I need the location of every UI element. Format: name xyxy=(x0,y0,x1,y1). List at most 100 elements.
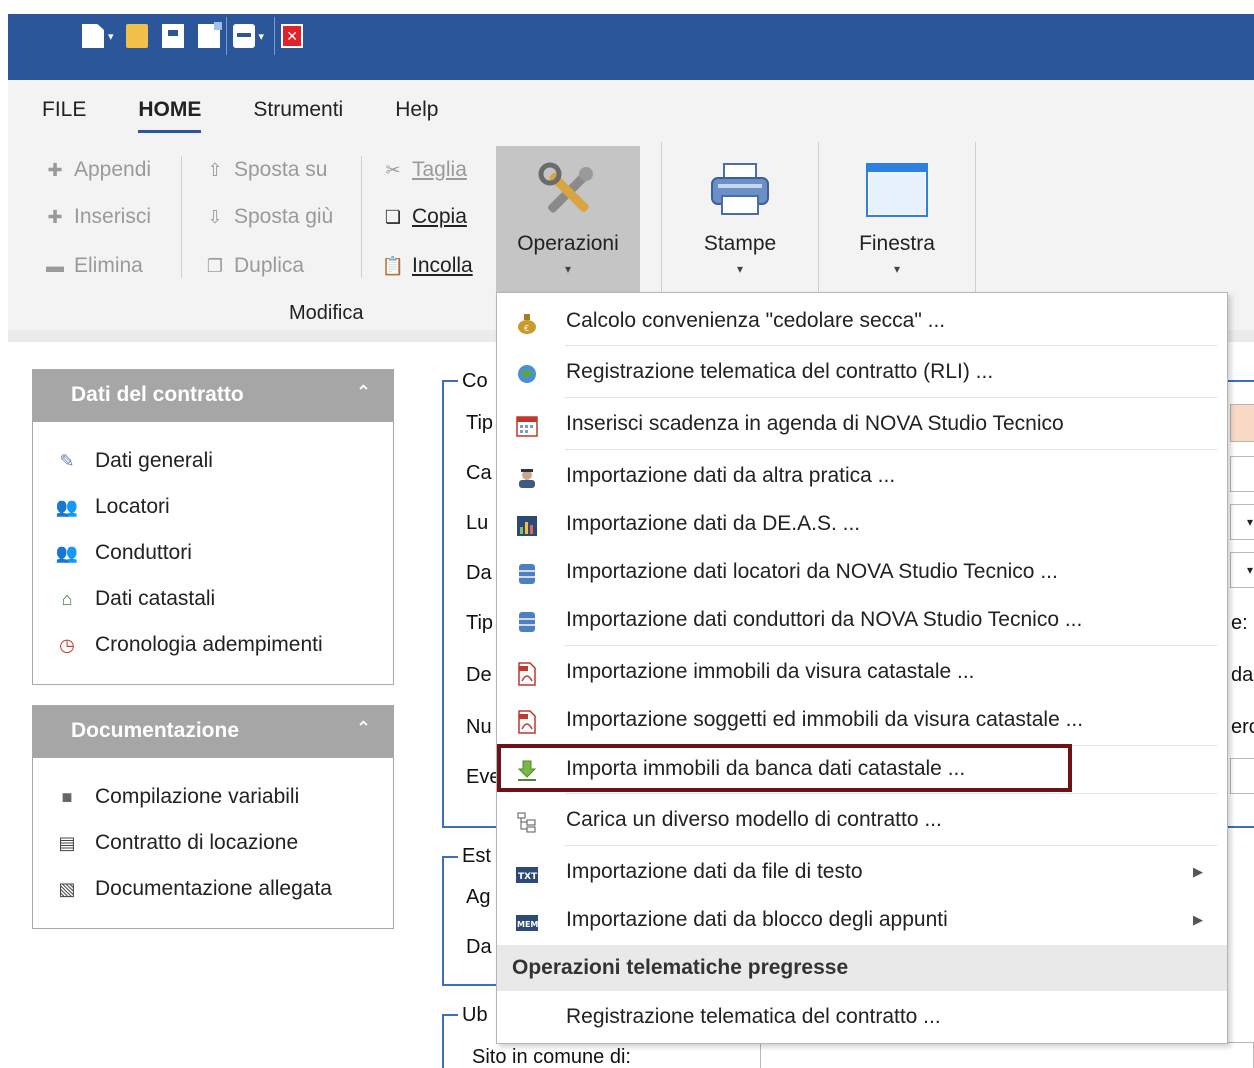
paste-icon: 📋 xyxy=(381,255,405,276)
users-icon: 👥 xyxy=(55,496,79,517)
duplica-button[interactable]: ❐ Duplica xyxy=(204,254,304,278)
field-label: Nu xyxy=(466,716,492,738)
pdf-icon xyxy=(515,662,539,686)
menu-item-registrazione-pregressa[interactable]: Registrazione telematica del contratto .… xyxy=(497,993,1227,1041)
arrow-up-icon: ⇧ xyxy=(207,159,223,180)
menu-item-blocco-appunti[interactable]: MEM Importazione dati da blocco degli ap… xyxy=(497,896,1227,944)
nav-dati-catastali[interactable]: ⌂ Dati catastali xyxy=(33,576,393,622)
nav-compilazione-variabili[interactable]: ■ Compilazione variabili xyxy=(33,774,393,820)
attachment-icon: ▧ xyxy=(58,878,76,899)
panel-header[interactable]: Dati del contratto ⌃ xyxy=(33,370,393,422)
field-label: Ca xyxy=(466,462,492,484)
briefcase-icon: ■ xyxy=(61,786,73,807)
nav-contratto-locazione[interactable]: ▤ Contratto di locazione xyxy=(33,820,393,866)
nav-conduttori[interactable]: 👥 Conduttori xyxy=(33,530,393,576)
tree-icon xyxy=(515,810,539,834)
menu-separator xyxy=(565,645,1217,646)
group-border xyxy=(442,856,444,986)
menu-item-cedolare-secca[interactable]: € Calcolo convenienza "cedolare secca" .… xyxy=(497,297,1227,345)
field-label: De xyxy=(466,664,492,686)
field-label: Tip xyxy=(466,612,494,634)
operazioni-menu: € Calcolo convenienza "cedolare secca" .… xyxy=(496,292,1228,1044)
users-icon: 👥 xyxy=(55,542,79,563)
elimina-button[interactable]: ▬ Elimina xyxy=(44,254,143,278)
tab-file[interactable]: FILE xyxy=(42,98,86,133)
insert-icon: ✚ xyxy=(47,206,63,227)
submenu-arrow-icon: ▶ xyxy=(1193,912,1203,927)
menu-item-rli[interactable]: Registrazione telematica del contratto (… xyxy=(497,348,1227,396)
save-icon[interactable] xyxy=(161,24,184,48)
taglia-button[interactable]: ✂ Taglia xyxy=(382,158,466,182)
nav-locatori[interactable]: 👥 Locatori xyxy=(33,484,393,530)
ribbon-tabs: FILE HOME Strumenti Help xyxy=(42,98,490,133)
nav-documentazione-allegata[interactable]: ▧ Documentazione allegata xyxy=(33,866,393,912)
appendi-button[interactable]: ✚ Appendi xyxy=(44,158,151,182)
field-label: e: xyxy=(1231,612,1248,634)
sposta-su-button[interactable]: ⇧ Sposta su xyxy=(204,158,327,182)
group-border xyxy=(442,1014,458,1016)
menu-item-agenda[interactable]: Inserisci scadenza in agenda di NOVA Stu… xyxy=(497,400,1227,448)
save-as-icon[interactable] xyxy=(197,22,222,48)
collapse-icon[interactable]: ⌃ xyxy=(356,718,371,739)
new-dropdown-arrow[interactable]: ▾ xyxy=(108,30,114,43)
copia-button[interactable]: ❏ Copia xyxy=(382,205,467,229)
menu-section-header: Operazioni telematiche pregresse xyxy=(497,945,1227,991)
collapse-icon[interactable]: ⌃ xyxy=(356,382,371,403)
field-label: Ag xyxy=(466,886,491,908)
group-border xyxy=(442,1014,444,1068)
add-icon: ✚ xyxy=(47,159,63,180)
tab-home[interactable]: HOME xyxy=(138,98,202,133)
menu-item-file-testo[interactable]: TXT Importazione dati da file di testo ▶ xyxy=(497,848,1227,896)
arrow-down-icon: ⇩ xyxy=(207,206,223,227)
highlight-box xyxy=(497,744,1072,792)
nav-cronologia[interactable]: ◷ Cronologia adempimenti xyxy=(33,622,393,668)
tab-help[interactable]: Help xyxy=(395,98,438,133)
menu-item-locatori-nova[interactable]: Importazione dati locatori da NOVA Studi… xyxy=(497,548,1227,596)
group-border xyxy=(1228,380,1254,382)
menu-separator xyxy=(565,449,1217,450)
group-title: Ub xyxy=(462,1004,488,1026)
menu-separator xyxy=(565,845,1217,846)
print-icon[interactable] xyxy=(232,24,255,48)
tipo-field[interactable] xyxy=(1230,404,1254,442)
field-input[interactable] xyxy=(1230,456,1254,492)
tab-strumenti[interactable]: Strumenti xyxy=(253,98,343,133)
incolla-button[interactable]: 📋 Incolla xyxy=(382,254,473,278)
group-border xyxy=(442,380,458,382)
calendar-icon xyxy=(515,414,539,438)
close-document-icon[interactable]: ✕ xyxy=(281,24,304,48)
menu-item-conduttori-nova[interactable]: Importazione dati conduttori da NOVA Stu… xyxy=(497,596,1227,644)
menu-item-deas[interactable]: Importazione dati da DE.A.S. ... xyxy=(497,500,1227,548)
pencil-icon: ✎ xyxy=(59,450,75,471)
panel-header[interactable]: Documentazione ⌃ xyxy=(33,706,393,758)
menu-item-modello-contratto[interactable]: Carica un diverso modello di contratto .… xyxy=(497,796,1227,844)
menu-separator xyxy=(565,345,1217,346)
comune-input[interactable] xyxy=(760,1042,1254,1068)
scissors-icon: ✂ xyxy=(385,159,401,180)
duplicate-icon: ❐ xyxy=(206,255,224,276)
group-separator xyxy=(181,156,182,278)
group-title: Est xyxy=(462,845,491,867)
menu-item-visura-immobili[interactable]: Importazione immobili da visura catastal… xyxy=(497,648,1227,696)
stampe-button[interactable]: Stampe ▾ xyxy=(676,146,804,294)
field-dropdown[interactable]: ▾ xyxy=(1230,552,1254,588)
graduate-icon xyxy=(515,466,539,490)
nav-dati-generali[interactable]: ✎ Dati generali xyxy=(33,438,393,484)
print-dropdown-arrow[interactable]: ▾ xyxy=(259,30,265,43)
sposta-giu-button[interactable]: ⇩ Sposta giù xyxy=(204,205,333,229)
house-icon: ⌂ xyxy=(61,588,73,609)
field-input[interactable] xyxy=(1230,758,1254,794)
mem-icon: MEM xyxy=(515,910,539,934)
inserisci-button[interactable]: ✚ Inserisci xyxy=(44,205,151,229)
money-bag-icon: € xyxy=(515,311,539,335)
field-dropdown[interactable]: ▾ xyxy=(1230,504,1254,540)
documentazione-panel: Documentazione ⌃ ■ Compilazione variabili… xyxy=(32,705,394,929)
menu-item-altra-pratica[interactable]: Importazione dati da altra pratica ... xyxy=(497,452,1227,500)
new-document-icon[interactable] xyxy=(82,24,104,48)
menu-item-visura-soggetti[interactable]: Importazione soggetti ed immobili da vis… xyxy=(497,696,1227,744)
operazioni-button[interactable]: Operazioni ▾ xyxy=(496,146,640,294)
finestra-button[interactable]: Finestra ▾ xyxy=(832,146,962,294)
open-folder-icon[interactable] xyxy=(125,24,148,48)
toolbar-separator xyxy=(274,17,276,55)
quick-access-toolbar: ▾ ▾ ✕ xyxy=(82,17,304,55)
